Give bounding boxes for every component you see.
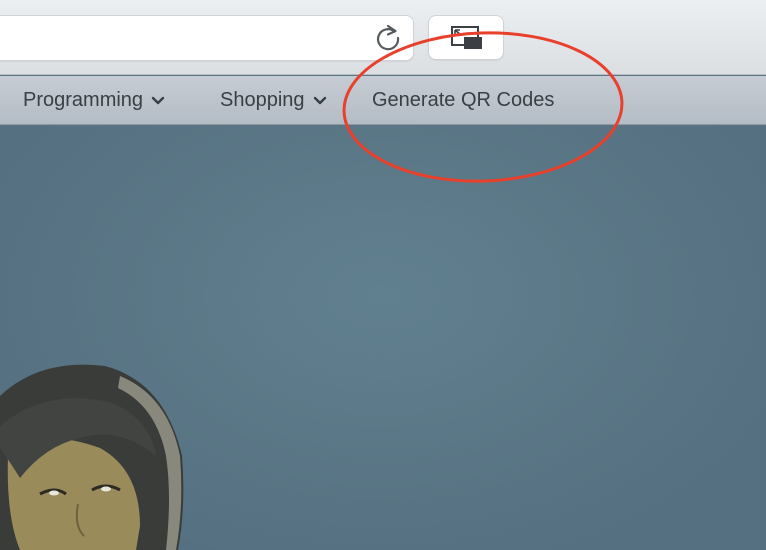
bookmark-generate-qr-codes[interactable]: Generate QR Codes <box>372 76 554 125</box>
browser-toolbar <box>0 0 766 75</box>
bookmark-label: Shopping <box>220 89 305 111</box>
reload-icon[interactable] <box>372 22 404 54</box>
chevron-down-icon <box>313 96 326 104</box>
bookmark-label: Generate QR Codes <box>372 89 555 111</box>
eye-white <box>49 490 59 496</box>
eye-white <box>101 486 111 492</box>
bookmarks-bar: Programming Shopping Generate QR Codes <box>0 76 766 125</box>
illustration <box>0 364 184 550</box>
bookmark-label: Programming <box>23 89 144 111</box>
bookmark-shopping[interactable]: Shopping <box>220 76 327 125</box>
picture-in-picture-icon <box>451 26 482 49</box>
picture-in-picture-button[interactable] <box>428 15 504 60</box>
chevron-down-icon <box>151 96 165 104</box>
page-content <box>0 126 766 550</box>
bookmark-programming[interactable]: Programming <box>23 76 165 125</box>
address-bar[interactable] <box>0 15 414 61</box>
